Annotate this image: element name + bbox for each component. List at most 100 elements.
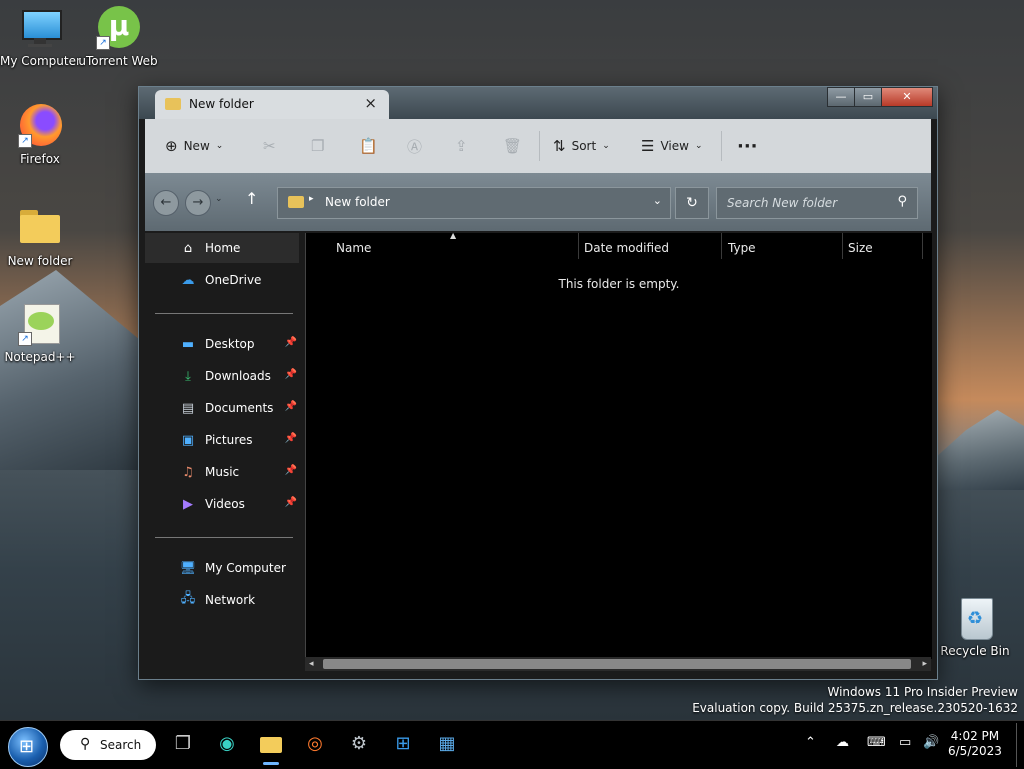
tab-new-folder[interactable]: New folder × [155, 90, 389, 119]
search-input[interactable] [725, 195, 889, 211]
taskbar-clock[interactable]: 4:02 PM 6/5/2023 [948, 729, 1002, 759]
column-divider[interactable] [842, 233, 843, 259]
title-bar[interactable]: New folder × — ▭ ✕ [139, 87, 937, 119]
taskbar-search-label: Search [100, 738, 142, 752]
sort-button[interactable]: ⇅ Sort ⌄ [553, 133, 610, 159]
nav-item-label: My Computer [205, 561, 286, 575]
back-arrow-icon: ← [160, 195, 172, 210]
column-divider[interactable] [922, 233, 923, 259]
pin-icon[interactable]: 📌 [285, 337, 297, 348]
desktop-icon-recycle-bin[interactable]: ♻ Recycle Bin [935, 596, 1015, 658]
address-bar[interactable]: ▸ New folder ⌄ [277, 187, 671, 219]
show-hidden-icons-chevron-icon[interactable]: ⌃ [805, 735, 816, 750]
nav-item-music[interactable]: ♫ Music 📌 [145, 457, 299, 487]
column-header-type[interactable]: Type [728, 241, 756, 255]
gear-icon: ⚙ [350, 733, 368, 754]
column-header-name[interactable]: Name [336, 241, 371, 255]
nav-item-videos[interactable]: ▶ Videos 📌 [145, 489, 299, 519]
utorrent-icon: µ ↗ [96, 6, 140, 50]
search-icon[interactable]: ⚲ [897, 194, 907, 209]
monitor-icon [18, 6, 62, 50]
copy-button[interactable]: ❐ [311, 133, 330, 159]
taskbar-search[interactable]: ⚲ Search [60, 730, 156, 760]
paste-button[interactable]: 📋 [359, 133, 384, 159]
taskbar-store[interactable]: ⊞ [388, 729, 418, 759]
pin-icon[interactable]: 📌 [285, 401, 297, 412]
close-tab-icon[interactable]: × [364, 94, 377, 112]
desktop-icon-my-computer[interactable]: My Computer [0, 6, 81, 68]
taskbar-file-explorer[interactable] [256, 729, 286, 765]
task-view-button[interactable]: ❐ [168, 729, 198, 759]
nav-item-downloads[interactable]: ⤓ Downloads 📌 [145, 361, 299, 391]
scrollbar-thumb[interactable] [323, 659, 911, 669]
onedrive-offline-icon[interactable]: ☁ [836, 735, 849, 750]
music-icon: ♫ [182, 464, 194, 480]
close-icon: ✕ [902, 90, 912, 103]
nav-item-network[interactable]: 🖧 Network [145, 585, 299, 615]
new-button[interactable]: ⊕ New ⌄ [165, 133, 223, 159]
column-divider[interactable] [721, 233, 722, 259]
folder-icon [288, 196, 304, 208]
desktop-icon-label: Firefox [20, 152, 60, 166]
desktop-icon-firefox[interactable]: ↗ Firefox [0, 104, 80, 166]
wallpaper-mountain-right [935, 410, 1024, 490]
desktop-icon-utorrent-web[interactable]: µ ↗ uTorrent Web [78, 6, 158, 68]
pin-icon[interactable]: 📌 [285, 433, 297, 444]
back-button[interactable]: ← [153, 190, 179, 216]
close-button[interactable]: ✕ [881, 87, 933, 107]
nav-item-pictures[interactable]: ▣ Pictures 📌 [145, 425, 299, 455]
nav-item-my-computer[interactable]: 🖥 My Computer [145, 553, 299, 583]
breadcrumb-current[interactable]: New folder [325, 195, 390, 209]
file-list[interactable]: ▲ Name Date modified Type Size This fold… [305, 231, 932, 659]
folder-icon [260, 737, 282, 753]
desktop-icon-label: Notepad++ [4, 350, 76, 364]
desktop-icon-label: New folder [7, 254, 73, 268]
volume-icon[interactable]: 🔊 [923, 735, 939, 750]
search-box[interactable]: ⚲ [716, 187, 918, 219]
start-button[interactable]: ⊞ [8, 727, 48, 767]
cut-button[interactable]: ✂ [263, 133, 282, 159]
horizontal-scrollbar[interactable]: ◂ ▸ [305, 657, 931, 671]
taskbar: ⊞ ⚲ Search ❐ ◉ ◎ ⚙ ⊞ ▦ ⌃ ☁ ⌨ ▭ 🔊 4:02 PM… [0, 720, 1024, 769]
taskbar-app[interactable]: ▦ [432, 729, 462, 759]
nav-item-documents[interactable]: ▤ Documents 📌 [145, 393, 299, 423]
up-arrow-icon: ↑ [245, 189, 259, 208]
taskbar-firefox[interactable]: ◎ [300, 729, 330, 759]
view-button[interactable]: ☰ View ⌄ [641, 133, 702, 159]
breadcrumb-chevron-icon[interactable]: ▸ [309, 194, 314, 204]
share-icon: ⇪ [455, 137, 468, 155]
show-desktop-button[interactable] [1016, 723, 1022, 767]
minimize-button[interactable]: — [827, 87, 855, 107]
refresh-button[interactable]: ↻ [675, 187, 709, 219]
rename-button[interactable]: Ⓐ [407, 133, 428, 159]
column-divider[interactable] [578, 233, 579, 259]
taskbar-settings[interactable]: ⚙ [344, 729, 374, 759]
recent-locations-chevron-icon[interactable]: ⌄ [215, 194, 223, 204]
trash-icon: 🗑 [503, 137, 523, 155]
pin-icon[interactable]: 📌 [285, 465, 297, 476]
pin-icon[interactable]: 📌 [285, 497, 297, 508]
desktop-icon-new-folder[interactable]: New folder [0, 206, 80, 268]
forward-arrow-icon: → [192, 195, 204, 210]
nav-item-onedrive[interactable]: ☁ OneDrive [145, 265, 299, 295]
address-dropdown-icon[interactable]: ⌄ [653, 194, 662, 207]
share-button[interactable]: ⇪ [455, 133, 474, 159]
column-header-date-modified[interactable]: Date modified [584, 241, 669, 255]
forward-button[interactable]: → [185, 190, 211, 216]
scroll-right-icon[interactable]: ▸ [922, 657, 927, 671]
maximize-button[interactable]: ▭ [854, 87, 882, 107]
delete-button[interactable]: 🗑 [503, 133, 528, 159]
scroll-left-icon[interactable]: ◂ [309, 657, 314, 671]
keyboard-icon[interactable]: ⌨ [867, 735, 886, 750]
taskbar-edge[interactable]: ◉ [212, 729, 242, 759]
nav-item-home[interactable]: ⌂ Home [145, 233, 299, 263]
desktop-icon-notepad-plus-plus[interactable]: ↗ Notepad++ [0, 302, 80, 364]
pin-icon[interactable]: 📌 [285, 369, 297, 380]
column-header-size[interactable]: Size [848, 241, 873, 255]
more-options-button[interactable]: ··· [737, 133, 758, 159]
network-icon[interactable]: ▭ [899, 735, 911, 750]
nav-item-desktop[interactable]: ▬ Desktop 📌 [145, 329, 299, 359]
up-button[interactable]: ↑ [245, 189, 258, 208]
shortcut-arrow-icon: ↗ [18, 134, 32, 148]
network-icon: 🖧 [180, 591, 196, 606]
